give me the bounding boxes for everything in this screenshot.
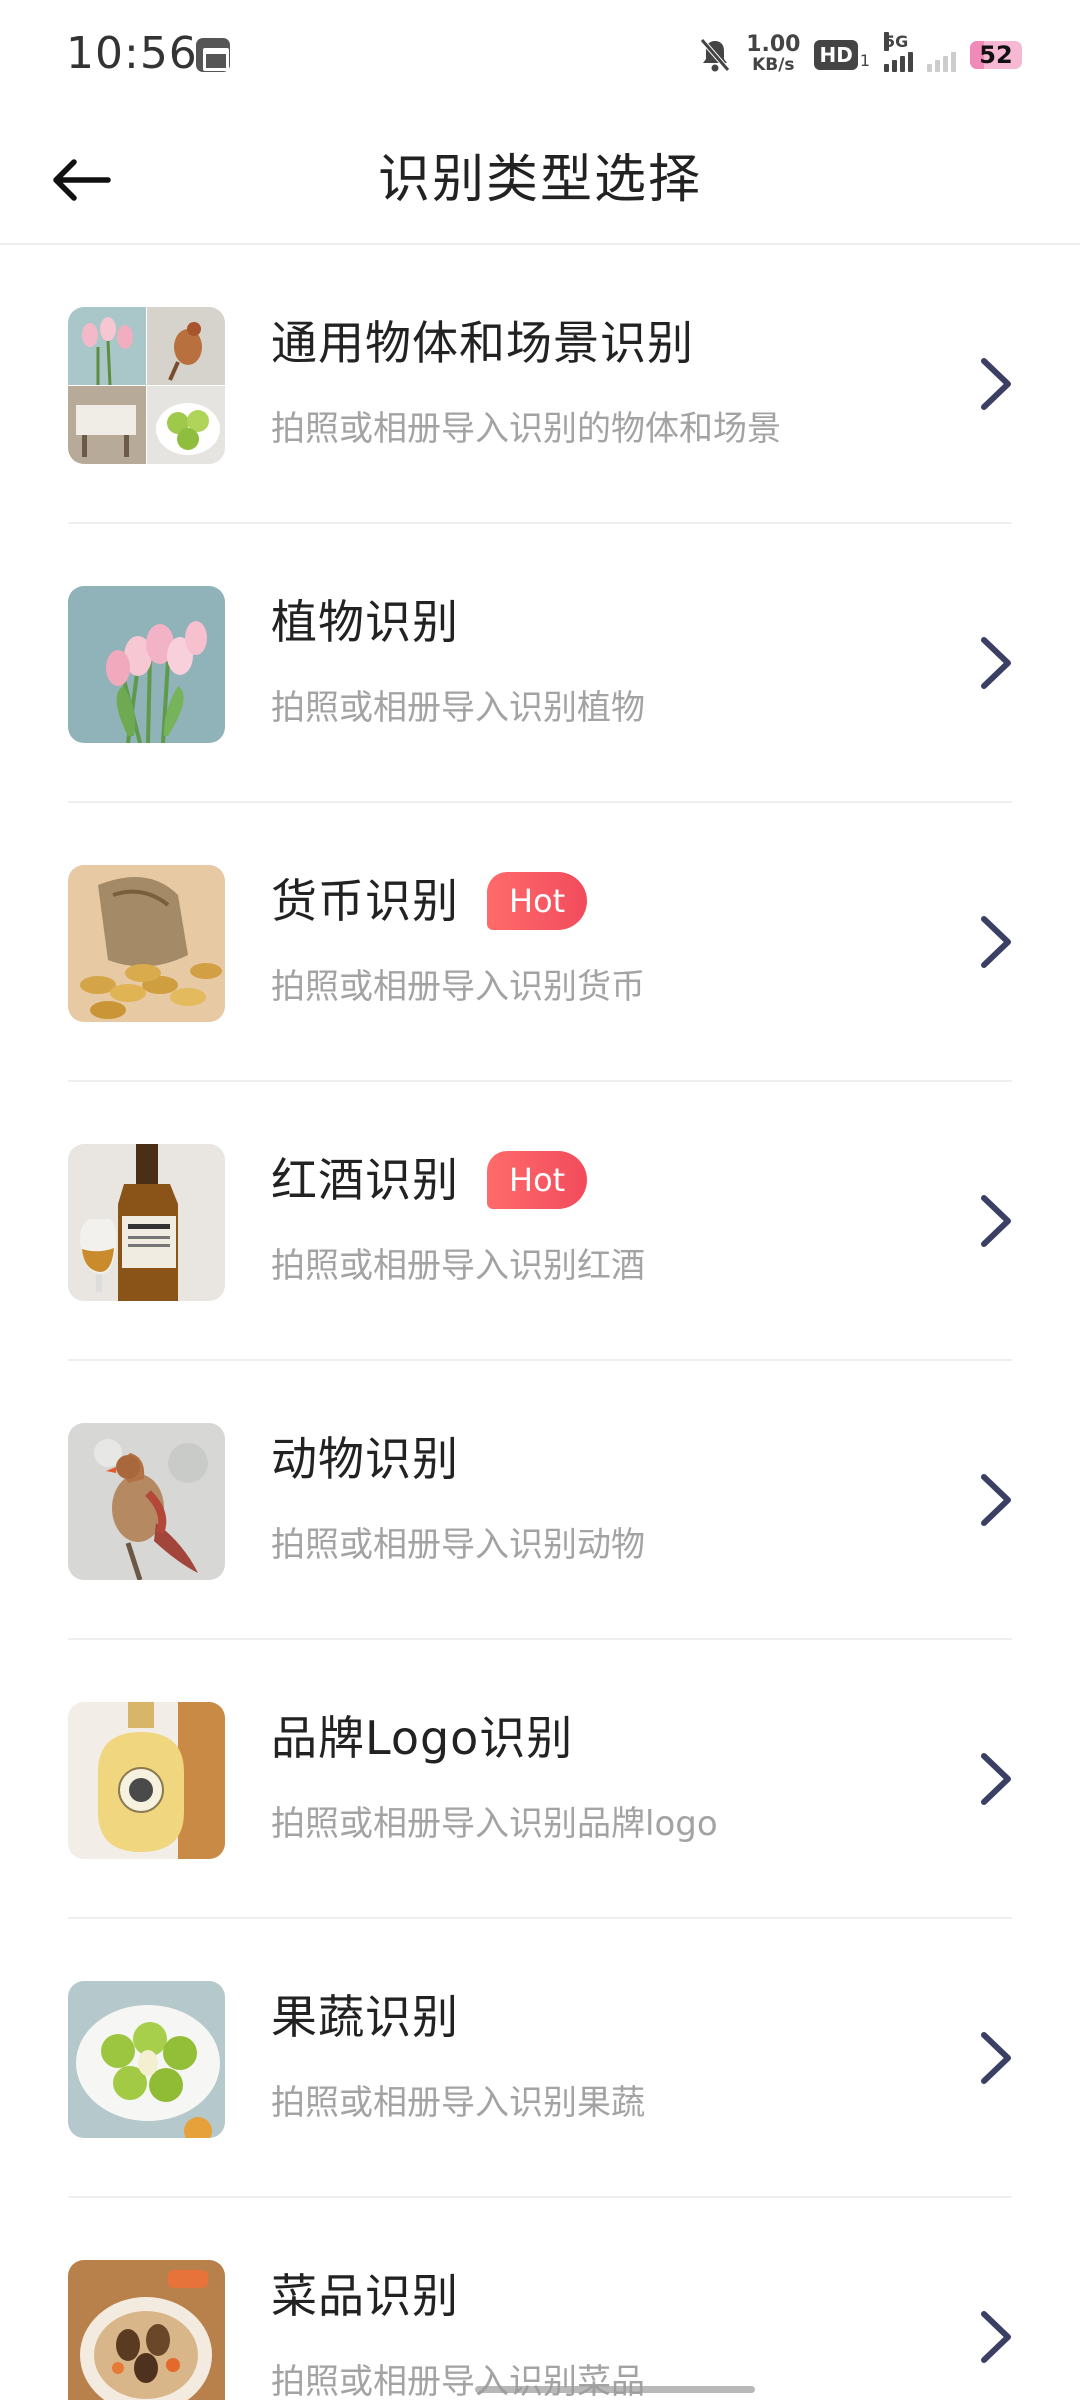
chevron-right-icon — [981, 2311, 1011, 2363]
item-title: 菜品识别 — [271, 2269, 459, 2323]
battery-level: 52 — [979, 41, 1013, 69]
item-description: 拍照或相册导入识别品牌logo — [271, 1804, 718, 1844]
home-indicator[interactable] — [475, 2386, 755, 2393]
item-title: 品牌Logo识别 — [271, 1711, 574, 1765]
item-title: 动物识别 — [271, 1432, 459, 1486]
chevron-right-icon — [981, 1474, 1011, 1526]
chevron-right-icon — [981, 1753, 1011, 1805]
mute-bell-icon — [698, 37, 732, 73]
list-item-brand-logo[interactable]: 品牌Logo识别 拍照或相册导入识别品牌logo — [0, 1640, 1080, 1919]
list-item-dish[interactable]: 菜品识别 拍照或相册导入识别菜品 — [0, 2198, 1080, 2400]
item-title: 货币识别 — [271, 874, 459, 928]
screen: 10:56 1.00 KB/s HD 1 5G 52 识别类型选择 通用物体和场… — [0, 0, 1080, 2400]
item-title-row: 动物识别 — [271, 1429, 459, 1489]
whisky-bottle-icon — [68, 1144, 225, 1301]
status-bar: 10:56 1.00 KB/s HD 1 5G 52 — [0, 0, 1080, 115]
list-item-general[interactable]: 通用物体和场景识别 拍照或相册导入识别的物体和场景 — [0, 245, 1080, 524]
item-description: 拍照或相册导入识别植物 — [271, 688, 645, 728]
coins-icon — [68, 865, 225, 1022]
item-title-row: 品牌Logo识别 — [271, 1708, 573, 1768]
item-title-row: 果蔬识别 — [271, 1987, 459, 2047]
chevron-right-icon — [981, 358, 1011, 410]
hd-label: HD — [814, 40, 858, 70]
cardinal-bird-icon — [68, 1423, 225, 1580]
hot-badge: Hot — [487, 872, 588, 930]
hot-badge: Hot — [487, 1151, 588, 1209]
item-title-row: 货币识别 Hot — [271, 871, 588, 931]
item-description: 拍照或相册导入识别红酒 — [271, 1246, 645, 1286]
item-description: 拍照或相册导入识别果蔬 — [271, 2083, 645, 2123]
item-title: 红酒识别 — [271, 1153, 459, 1207]
item-title: 果蔬识别 — [271, 1990, 459, 2044]
item-description: 拍照或相册导入识别菜品 — [271, 2362, 645, 2400]
item-title: 植物识别 — [271, 595, 459, 649]
item-description: 拍照或相册导入识别动物 — [271, 1525, 645, 1565]
hd-sub: 1 — [859, 51, 870, 70]
item-description: 拍照或相册导入识别的物体和场景 — [271, 409, 781, 449]
list-item-fruit-veg[interactable]: 果蔬识别 拍照或相册导入识别果蔬 — [0, 1919, 1080, 2198]
chevron-right-icon — [981, 637, 1011, 689]
header: 识别类型选择 — [0, 115, 1080, 245]
item-title-row: 通用物体和场景识别 — [271, 313, 694, 373]
dish-icon — [68, 2260, 225, 2400]
item-title-row: 红酒识别 Hot — [271, 1150, 588, 1210]
signal-5g-icon: 5G — [884, 32, 913, 72]
recognition-type-list: 通用物体和场景识别 拍照或相册导入识别的物体和场景 植物识别 拍照或相册导入识别… — [0, 245, 1080, 2400]
status-icons: 1.00 KB/s HD 1 5G 52 — [698, 30, 1022, 80]
perfume-bottle-icon — [68, 1702, 225, 1859]
network-speed-value: 1.00 — [746, 32, 801, 57]
network-speed: 1.00 KB/s — [746, 32, 801, 76]
chevron-right-icon — [981, 916, 1011, 968]
collage-icon — [68, 307, 225, 464]
tulip-icon — [68, 586, 225, 743]
list-item-currency[interactable]: 货币识别 Hot 拍照或相册导入识别货币 — [0, 803, 1080, 1082]
hd-voice-icon: HD 1 — [814, 40, 870, 70]
network-type: 5G — [884, 32, 909, 51]
green-fruit-icon — [68, 1981, 225, 2138]
list-item-wine[interactable]: 红酒识别 Hot 拍照或相册导入识别红酒 — [0, 1082, 1080, 1361]
list-item-plant[interactable]: 植物识别 拍照或相册导入识别植物 — [0, 524, 1080, 803]
chevron-right-icon — [981, 2032, 1011, 2084]
page-title: 识别类型选择 — [377, 150, 702, 210]
item-title: 通用物体和场景识别 — [271, 316, 694, 370]
notification-app-icon — [196, 38, 230, 72]
signal-secondary-icon — [927, 38, 956, 72]
network-speed-unit: KB/s — [752, 55, 795, 75]
status-time: 10:56 — [66, 28, 198, 79]
list-item-animal[interactable]: 动物识别 拍照或相册导入识别动物 — [0, 1361, 1080, 1640]
battery-icon: 52 — [970, 41, 1022, 69]
item-description: 拍照或相册导入识别货币 — [271, 967, 645, 1007]
item-title-row: 植物识别 — [271, 592, 459, 652]
chevron-right-icon — [981, 1195, 1011, 1247]
item-title-row: 菜品识别 — [271, 2266, 459, 2326]
